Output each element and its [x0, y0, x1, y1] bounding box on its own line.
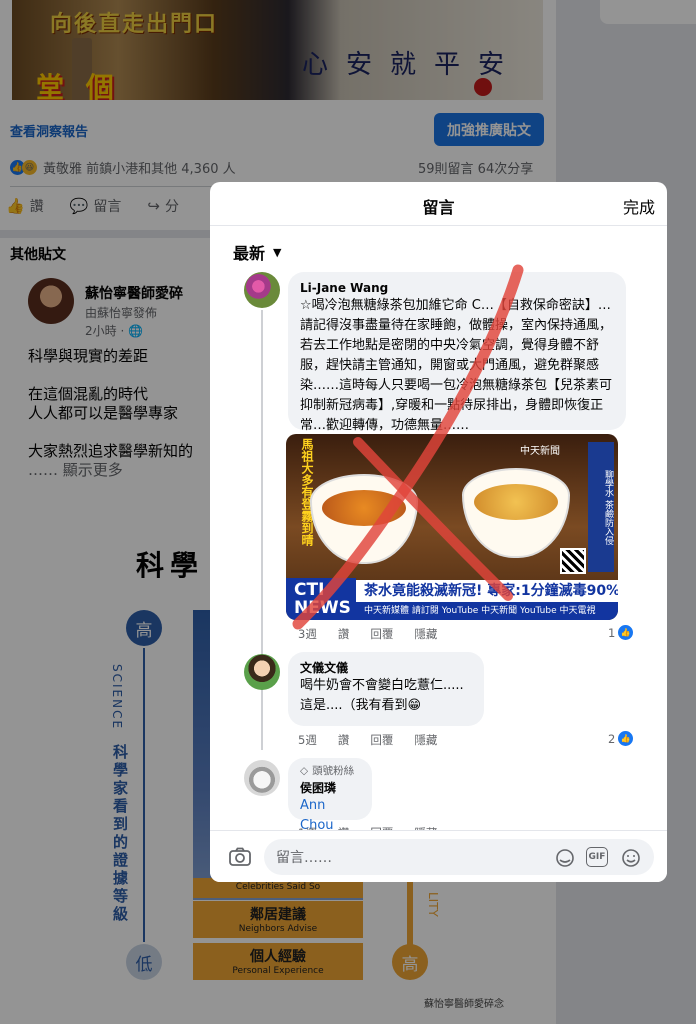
like-icon: 👍	[618, 625, 634, 640]
comment-bubble: Li-Jane Wang ☆喝冷泡無糖綠茶包加維它命 C…【自救保命密訣】…請記…	[288, 272, 626, 433]
avatar[interactable]	[244, 272, 280, 308]
sticker-icon[interactable]	[554, 847, 576, 869]
comment-bubble: ◇ 頭號粉絲 侯囷璘 Ann Chou	[288, 758, 372, 833]
comment-reply-link[interactable]: 回覆	[370, 732, 393, 748]
like-icon: 👍	[618, 731, 634, 746]
comment-text: 喝牛奶會不會變白吃薏仁.....	[300, 678, 464, 693]
comment-like-link[interactable]: 讚	[338, 732, 350, 748]
comment-composer: 留言…… GIF	[210, 830, 667, 882]
comment-hide-link[interactable]: 隱藏	[414, 732, 437, 748]
tea-cup-left	[310, 474, 418, 564]
news-channel-logo: 中天新聞	[520, 446, 560, 457]
comment-time[interactable]: 5週	[298, 732, 317, 748]
sort-label: 最新	[233, 244, 266, 263]
avatar[interactable]	[244, 760, 280, 796]
comment-like-count[interactable]: 2 👍	[608, 731, 634, 746]
commenter-name[interactable]: 侯囷璘	[300, 780, 360, 796]
gif-icon[interactable]: GIF	[586, 847, 608, 867]
news-headline: 茶水竟能殺滅新冠! 專家:1分鐘滅毒90%	[356, 580, 618, 602]
comment-like-count[interactable]: 1 👍	[608, 625, 634, 640]
comment-bubble: 文儀文儀 喝牛奶會不會變白吃薏仁..... 這是....（我有看到😁	[288, 652, 484, 726]
news-ticker: 中天新媒體 請訂閱 YouTube 中天新聞 YouTube 中天電視	[356, 602, 618, 620]
cti-logo: CTI NEWS	[286, 578, 356, 620]
comment-reply-link[interactable]: 回覆	[370, 626, 393, 642]
comment-sort-dropdown[interactable]: 最新 ▼	[233, 240, 281, 264]
comment-text: ☆喝冷泡無糖綠茶包加維它命 C…【自救保命密訣】…請記得沒事盡量待在家睡飽，做體…	[300, 298, 613, 433]
top-fan-badge: ◇ 頭號粉絲	[300, 765, 355, 777]
emoji-icon[interactable]	[620, 847, 642, 869]
commenter-name[interactable]: Li-Jane Wang	[300, 280, 614, 296]
qr-code-icon	[560, 548, 586, 574]
comment-time[interactable]: 3週	[298, 626, 317, 642]
dialog-title: 留言	[422, 198, 455, 217]
news-side-strip: 聊學水 茶鹼防入侵	[588, 442, 614, 572]
news-side-caption: 馬祖大多有登霧到晴	[300, 438, 314, 546]
comment-like-link[interactable]: 讚	[338, 626, 350, 642]
comments-dialog: 留言 完成 最新 ▼ Li-Jane Wang ☆喝冷泡無糖綠茶包加維它命 C……	[210, 182, 667, 882]
done-button[interactable]: 完成	[623, 194, 655, 218]
comment-text: 這是....（我有看到😁	[300, 698, 422, 713]
camera-icon[interactable]	[228, 845, 252, 869]
avatar[interactable]	[244, 654, 280, 690]
tea-cup-right	[462, 468, 570, 558]
comment-actions: 3週 讚 回覆 隱藏	[298, 626, 437, 642]
comment-actions: 5週 讚 回覆 隱藏	[298, 732, 437, 748]
comment-hide-link[interactable]: 隱藏	[414, 626, 437, 642]
news-image[interactable]: 馬祖大多有登霧到晴 中天新聞 聊學水 茶鹼防入侵 CTI NEWS 茶水竟能殺滅…	[286, 434, 618, 620]
diamond-icon: ◇	[300, 765, 309, 777]
dialog-header: 留言 完成	[210, 182, 667, 226]
chevron-down-icon: ▼	[273, 245, 282, 259]
commenter-name[interactable]: 文儀文儀	[300, 660, 472, 676]
